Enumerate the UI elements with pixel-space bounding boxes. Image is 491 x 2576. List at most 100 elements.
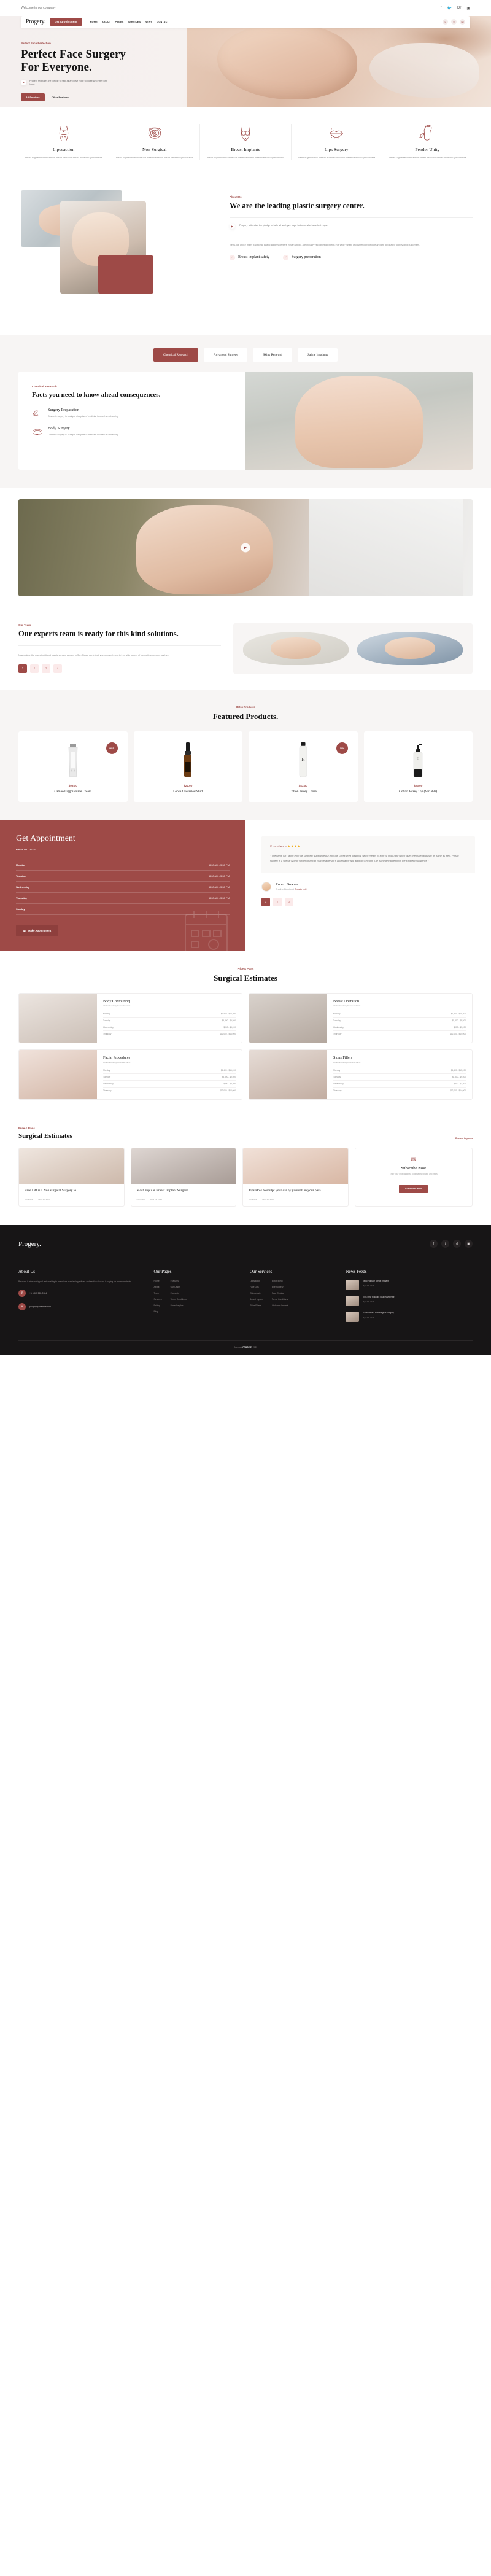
footer-link[interactable]: Elements [171, 1292, 187, 1294]
tab-saline-implants[interactable]: Saline Implants [298, 348, 338, 362]
service-card-liposaction[interactable]: Liposaction Breast Augmentation Breast L… [18, 124, 110, 160]
footer-link[interactable]: Face Lifts [250, 1286, 263, 1288]
search-icon[interactable]: ⌕ [443, 19, 448, 25]
team-member-1[interactable] [243, 632, 349, 666]
team-page-3[interactable]: 3 [42, 664, 50, 673]
nav-item-contact[interactable]: CONTACT [157, 21, 169, 23]
tab-skins-renewal[interactable]: Skins Renewal [253, 348, 293, 362]
footer-link[interactable]: Rhinoplasty [250, 1292, 263, 1294]
estimate-price: $5,800 - $9,500 [452, 1019, 466, 1022]
team-page-4[interactable]: 4 [53, 664, 62, 673]
service-card-non-surgical[interactable]: Non Surgical Breast Augmentation Breast … [109, 124, 201, 160]
estimate-card[interactable]: Skins Fillers Abdominoplasty Cosmetic Fa… [249, 1049, 473, 1100]
footer-phone-text: +1 (408) 555-0124 [29, 1292, 47, 1295]
footer-link[interactable]: Terms Conditions [171, 1298, 187, 1301]
footer-link[interactable]: Terms Conditions [272, 1298, 288, 1301]
twitter-icon[interactable]: 🐦 [447, 6, 452, 10]
product-card[interactable]: $22.00 Loose Oversized Shirt [133, 731, 242, 803]
dribbble-icon[interactable]: d [453, 1240, 461, 1248]
footer-link[interactable]: Face Contour [272, 1292, 288, 1294]
estimate-day: Thursday [333, 1089, 342, 1092]
footer-link[interactable]: Eye Surgery [272, 1286, 288, 1288]
blog-date: April 12, 2023 [38, 1198, 50, 1201]
footer-news-item[interactable]: Most Popular Breast Implant April 12, 20… [346, 1280, 473, 1291]
estimate-price: $900 - $3,200 [454, 1083, 466, 1086]
footer-about: About Us Because it takes not typed text… [18, 1269, 145, 1328]
testimonial-page-3[interactable]: 3 [285, 897, 293, 906]
estimate-card[interactable]: Breast Operation Abdominoplasty Cosmetic… [249, 993, 473, 1044]
footer-email-text: progery@example.com [29, 1306, 52, 1309]
estimate-card[interactable]: Body Contouring Abdominoplasty Cosmetic … [18, 993, 242, 1044]
estimate-title: Facial Procedures [103, 1056, 131, 1060]
footer-link[interactable]: Features [171, 1280, 187, 1282]
footer-logo[interactable]: Progery. [18, 1240, 41, 1248]
footer-link[interactable]: Botox Inject [272, 1280, 288, 1282]
footer-link[interactable]: Our Cases [171, 1286, 187, 1288]
testimonial-page-2[interactable]: 2 [273, 897, 282, 906]
footer-email[interactable]: ✉ progery@example.com [18, 1303, 145, 1311]
footer-phone[interactable]: ✆ +1 (408) 555-0124 [18, 1290, 145, 1298]
browse-posts-link[interactable]: Browse to posts [455, 1137, 473, 1140]
footer-link[interactable]: Abdomen Implant [272, 1304, 288, 1307]
product-image-pump: H [369, 740, 468, 778]
video-banner[interactable]: ▶ [18, 499, 473, 597]
get-appointment-button[interactable]: Get Appointment [49, 18, 82, 26]
estimate-card[interactable]: Facial Procedures Abdominoplasty Cosmeti… [18, 1049, 242, 1100]
estimate-photo [19, 994, 98, 1043]
tab-advanced-surgery[interactable]: Advanced Surgery [203, 348, 248, 362]
facebook-icon[interactable]: f [430, 1240, 438, 1248]
make-appointment-button[interactable]: ▤ Make Appointment [16, 925, 59, 937]
footer-news-item[interactable]: Face Lift is a Non surgical Surgery Apri… [346, 1312, 473, 1323]
facebook-icon[interactable]: f [441, 6, 442, 10]
blog-card[interactable]: Most Popular Breast Implant Surgeon Comm… [130, 1148, 236, 1207]
user-icon[interactable]: ☺ [451, 19, 457, 25]
blog-card[interactable]: Face Lift is a Non surgical Surgery to C… [18, 1148, 125, 1207]
instagram-icon[interactable]: ▣ [466, 6, 470, 10]
footer-link[interactable]: Liposaction [250, 1280, 263, 1282]
twitter-icon[interactable]: t [441, 1240, 449, 1248]
nav-item-home[interactable]: HOME [90, 21, 98, 23]
product-card[interactable]: H $23.00 Cotton Jersey Top (Variable) [363, 731, 473, 803]
play-icon[interactable]: ▶ [21, 79, 26, 85]
product-card[interactable]: HOT $99.00 Camao Liggdia Face Cream [18, 731, 128, 803]
nav-item-pages[interactable]: PAGES [115, 21, 123, 23]
nav-item-news[interactable]: NEWS [145, 21, 152, 23]
footer-link[interactable]: Pricing [154, 1304, 162, 1307]
footer-link[interactable]: Team [154, 1292, 162, 1294]
team-member-2[interactable] [357, 632, 463, 666]
instagram-icon[interactable]: ▣ [465, 1240, 473, 1248]
footer-link[interactable]: Skins Fillers [250, 1304, 263, 1307]
service-card-lips-surgery[interactable]: Lips Surgery Breast Augmentation Breast … [292, 124, 382, 160]
footer-link[interactable]: Services [154, 1298, 162, 1301]
hours-time: 8:00 AM - 5:30 PM [209, 885, 230, 889]
estimate-price: $1,400 - $15,200 [220, 1013, 236, 1016]
about-accent-block [98, 255, 153, 294]
dribbble-icon[interactable]: Dr [457, 6, 461, 10]
other-features-button[interactable]: Other Features [49, 93, 71, 101]
estimate-day: Tuesday [103, 1076, 111, 1079]
product-card[interactable]: -50% H $43.00 Cotton Jersey Loose [249, 731, 358, 803]
all-services-button[interactable]: All Services [21, 93, 45, 101]
tab-chemical-research[interactable]: Chemical Research [153, 348, 198, 362]
play-icon[interactable]: ▶ [230, 224, 235, 230]
nav-item-about[interactable]: ABOUT [102, 21, 111, 23]
nav-item-services[interactable]: SERVICES [128, 21, 141, 23]
footer-link[interactable]: Home [154, 1280, 162, 1282]
author-company: Envato LLC [295, 887, 307, 890]
service-card-pender-unity[interactable]: Pender Unity Breast Augmentation Breast … [382, 124, 473, 160]
team-page-1[interactable]: 1 [18, 664, 27, 673]
footer-news-item[interactable]: Tips How to sculpt your by yourself Apri… [346, 1296, 473, 1307]
service-card-breast-implants[interactable]: Breast Implants Breast Augmentation Brea… [200, 124, 292, 160]
subscribe-button[interactable]: Subscribe Now [399, 1184, 428, 1193]
footer-link[interactable]: News Insights [171, 1304, 187, 1307]
play-icon[interactable]: ▶ [241, 543, 250, 553]
footer-link[interactable]: Breast Implant [250, 1298, 263, 1301]
testimonial-page-1[interactable]: 1 [261, 897, 270, 906]
cart-icon[interactable]: ▤ [460, 19, 465, 25]
make-appointment-label: Make Appointment [28, 929, 52, 933]
footer-link[interactable]: About [154, 1286, 162, 1288]
team-page-2[interactable]: 2 [30, 664, 39, 673]
footer-link[interactable]: Blog [154, 1310, 162, 1313]
site-logo[interactable]: Progery. [26, 18, 45, 25]
blog-card[interactable]: Tips How to sculpt your car by yourself … [242, 1148, 349, 1207]
